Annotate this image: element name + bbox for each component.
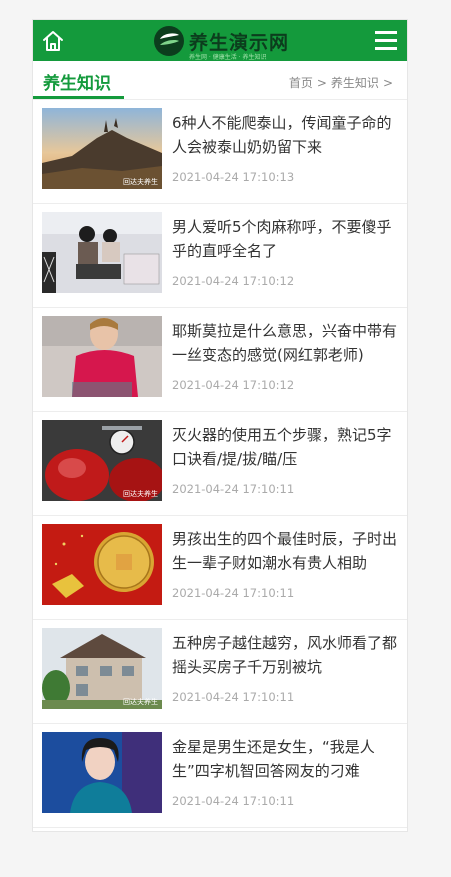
article-date: 2021-04-24 17:10:11 xyxy=(172,690,295,704)
article-thumbnail[interactable]: 回达夫养生 xyxy=(42,108,162,189)
article-title[interactable]: 6种人不能爬泰山，传闻童子命的人会被泰山奶奶留下来 xyxy=(172,111,400,159)
list-item[interactable]: 男人爱听5个肉麻称呼，不要傻乎乎的直呼全名了 2021-04-24 17:10:… xyxy=(33,204,407,308)
article-date: 2021-04-24 17:10:12 xyxy=(172,378,295,392)
article-title[interactable]: 男孩出生的四个最佳时辰，子时出生一辈子财如潮水有贵人相助 xyxy=(172,527,400,575)
thumbnail-watermark: 回达夫养生 xyxy=(123,698,158,706)
list-item[interactable]: 回达夫养生 五种房子越住越穷，风水师看了都摇头买房子千万别被坑 2021-04-… xyxy=(33,620,407,724)
article-list: 回达夫养生 6种人不能爬泰山，传闻童子命的人会被泰山奶奶留下来 2021-04-… xyxy=(33,100,407,831)
breadcrumb-separator: > xyxy=(316,76,327,90)
list-item[interactable]: 耶斯莫拉是什么意思，兴奋中带有一丝变态的感觉(网红郭老师) 2021-04-24… xyxy=(33,308,407,412)
leaf-logo-icon xyxy=(154,26,184,56)
article-thumbnail[interactable]: 回达夫养生 xyxy=(42,420,162,501)
list-item[interactable]: 回达夫养生 灭火器的使用五个步骤，熟记5字口诀看/提/拔/瞄/压 2021-04… xyxy=(33,412,407,516)
article-title[interactable]: 男人爱听5个肉麻称呼，不要傻乎乎的直呼全名了 xyxy=(172,215,400,263)
section-underline xyxy=(33,96,124,99)
thumbnail-watermark: 回达夫养生 xyxy=(123,490,158,498)
portrait-image xyxy=(42,732,162,813)
article-date: 2021-04-24 17:10:12 xyxy=(172,274,295,288)
article-date: 2021-04-24 17:10:11 xyxy=(172,482,295,496)
breadcrumb-home-link[interactable]: 首页 xyxy=(289,76,313,90)
article-title[interactable]: 五种房子越住越穷，风水师看了都摇头买房子千万别被坑 xyxy=(172,631,400,679)
list-item[interactable]: 男孩出生的四个最佳时辰，子时出生一辈子财如潮水有贵人相助 2021-04-24 … xyxy=(33,516,407,620)
logo-text: 养生演示网 xyxy=(189,31,290,54)
top-bar: 养生演示网 养生网 · 健康生活 · 养生知识 xyxy=(33,20,407,61)
page-container: 养生演示网 养生网 · 健康生活 · 养生知识 养生知识 首页>养生知识> xyxy=(32,19,408,832)
article-date: 2021-04-24 17:10:11 xyxy=(172,586,295,600)
home-icon[interactable] xyxy=(41,29,65,53)
article-date: 2021-04-24 17:10:13 xyxy=(172,170,295,184)
section-title: 养生知识 xyxy=(43,74,111,94)
thumbnail-watermark: 回达夫养生 xyxy=(123,178,158,186)
list-item[interactable]: 回达夫养生 6种人不能爬泰山，传闻童子命的人会被泰山奶奶留下来 2021-04-… xyxy=(33,100,407,204)
article-title[interactable]: 金星是男生还是女生，“我是人生”四字机智回答网友的刁难 xyxy=(172,735,400,783)
article-date: 2021-04-24 17:10:11 xyxy=(172,794,295,808)
woman-red-sweater-image xyxy=(42,316,162,397)
list-item[interactable]: 金星是男生还是女生，“我是人生”四字机智回答网友的刁难 2021-04-24 1… xyxy=(33,724,407,828)
section-header: 养生知识 首页 > 养生知识 > xyxy=(33,61,407,100)
breadcrumb-separator: > xyxy=(382,76,393,90)
article-title[interactable]: 灭火器的使用五个步骤，熟记5字口诀看/提/拔/瞄/压 xyxy=(172,423,400,471)
gold-coin-image xyxy=(42,524,162,605)
article-thumbnail[interactable] xyxy=(42,732,162,813)
list-item[interactable] xyxy=(33,828,407,831)
article-thumbnail[interactable] xyxy=(42,524,162,605)
breadcrumb-current-link[interactable]: 养生知识 xyxy=(331,76,379,90)
logo-tagline: 养生网 · 健康生活 · 养生知识 xyxy=(189,54,267,61)
article-thumbnail[interactable] xyxy=(42,316,162,397)
hamburger-menu-icon[interactable] xyxy=(375,31,397,50)
breadcrumb: 首页 > 养生知识 > xyxy=(289,74,397,91)
article-thumbnail[interactable] xyxy=(42,212,162,293)
article-title[interactable]: 耶斯莫拉是什么意思，兴奋中带有一丝变态的感觉(网红郭老师) xyxy=(172,319,400,367)
couple-illustration-image xyxy=(42,212,162,293)
article-thumbnail[interactable]: 回达夫养生 xyxy=(42,628,162,709)
